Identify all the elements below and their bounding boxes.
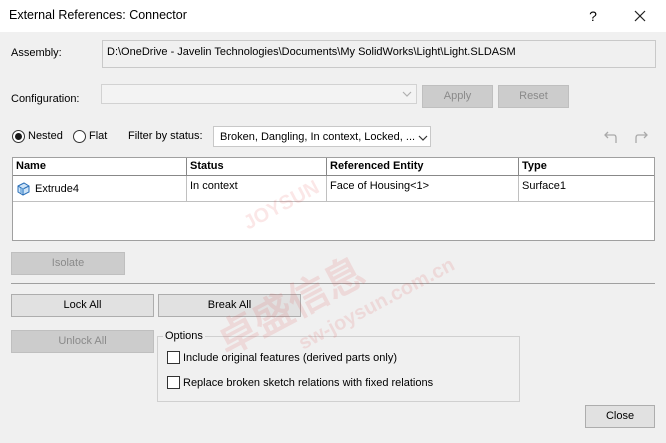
redo-icon[interactable] <box>634 130 652 146</box>
cell-name: Extrude4 <box>13 176 187 202</box>
cell-referenced-entity: Face of Housing<1> <box>327 176 519 202</box>
lock-all-button[interactable]: Lock All <box>11 294 154 317</box>
options-title: Options <box>163 330 205 342</box>
nested-label: Nested <box>28 130 63 142</box>
undo-icon[interactable] <box>600 130 618 146</box>
replace-broken-label: Replace broken sketch relations with fix… <box>183 377 434 389</box>
configuration-dropdown[interactable] <box>101 84 417 104</box>
configuration-label: Configuration: <box>11 93 80 105</box>
include-original-box <box>167 351 180 364</box>
replace-broken-checkbox[interactable]: Replace broken sketch relations with fix… <box>167 376 507 392</box>
close-icon <box>634 10 646 22</box>
apply-button[interactable]: Apply <box>422 85 493 108</box>
cell-type: Surface1 <box>519 176 654 202</box>
cell-status: In context <box>187 176 327 202</box>
references-table[interactable]: Name Status Referenced Entity Type Extru… <box>12 157 655 241</box>
column-header-type[interactable]: Type <box>519 158 654 176</box>
include-original-label: Include original features (derived parts… <box>183 352 398 364</box>
flat-radio-indicator <box>73 130 86 143</box>
divider <box>11 283 655 284</box>
nested-radio-indicator <box>12 130 25 143</box>
assembly-path-text: D:\OneDrive - Javelin Technologies\Docum… <box>107 46 516 58</box>
flat-label: Flat <box>89 130 108 142</box>
options-group <box>157 336 520 402</box>
close-button[interactable]: Close <box>585 405 655 428</box>
filter-value: Broken, Dangling, In context, Locked, ..… <box>220 131 416 143</box>
row-name: Extrude4 <box>35 183 80 195</box>
column-header-referenced-entity[interactable]: Referenced Entity <box>327 158 519 176</box>
unlock-all-button[interactable]: Unlock All <box>11 330 154 353</box>
column-header-status[interactable]: Status <box>187 158 327 176</box>
filter-dropdown[interactable]: Broken, Dangling, In context, Locked, ..… <box>213 126 431 147</box>
title-bar[interactable]: External References: Connector ? <box>0 0 666 32</box>
break-all-button[interactable]: Break All <box>158 294 301 317</box>
window-title: External References: Connector <box>9 8 187 22</box>
chevron-down-icon <box>418 135 428 141</box>
assembly-label: Assembly: <box>11 47 62 59</box>
extrude-feature-icon <box>17 182 30 196</box>
column-header-name[interactable]: Name <box>13 158 187 176</box>
chevron-down-icon <box>402 91 412 97</box>
filter-label: Filter by status: <box>128 130 203 142</box>
flat-radio[interactable]: Flat <box>73 129 113 145</box>
nested-radio[interactable]: Nested <box>12 129 72 145</box>
assembly-path-field: D:\OneDrive - Javelin Technologies\Docum… <box>102 40 656 68</box>
replace-broken-box <box>167 376 180 389</box>
include-original-checkbox[interactable]: Include original features (derived parts… <box>167 351 507 367</box>
help-button[interactable]: ? <box>582 6 604 26</box>
close-window-button[interactable] <box>628 5 652 27</box>
reset-button[interactable]: Reset <box>498 85 569 108</box>
isolate-button[interactable]: Isolate <box>11 252 125 275</box>
